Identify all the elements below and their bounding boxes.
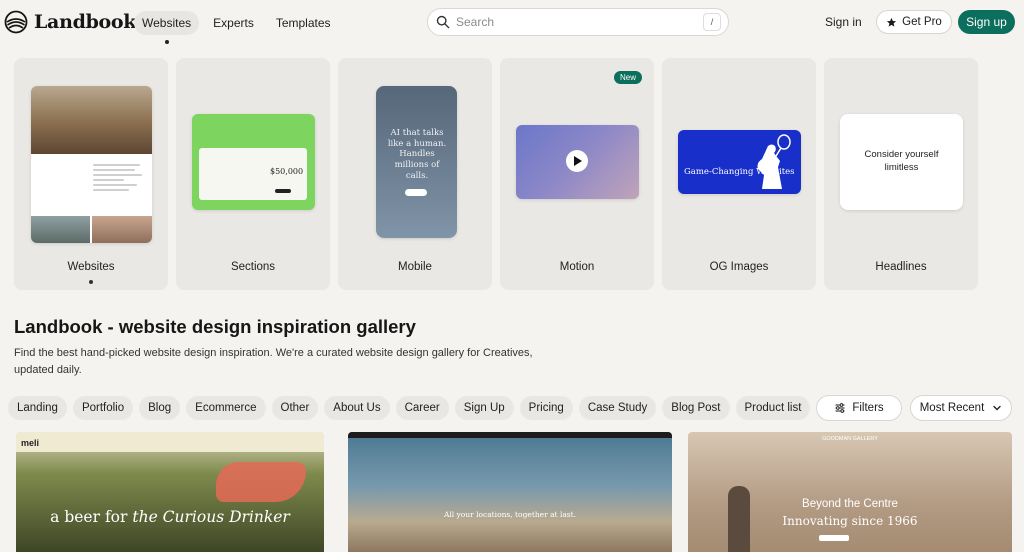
chip-case-study[interactable]: Case Study	[578, 396, 657, 420]
sort-label: Most Recent	[919, 402, 985, 414]
preview-headline-a: a beer for	[50, 508, 133, 526]
nav-templates[interactable]: Templates	[268, 11, 339, 35]
headlines-preview-image: Consider yourself limitless	[840, 114, 963, 210]
filter-chips: Landing Portfolio Blog Ecommerce Other A…	[8, 396, 814, 420]
preview-amount: $50,000	[270, 167, 304, 176]
get-pro-button[interactable]: Get Pro	[876, 10, 952, 34]
preview-headline-b: the Curious Drinker	[132, 508, 290, 526]
category-label: Motion	[559, 261, 595, 273]
sections-preview-image: $50,000	[192, 114, 315, 210]
chip-portfolio[interactable]: Portfolio	[72, 396, 134, 420]
get-pro-label: Get Pro	[902, 16, 942, 28]
category-label: Sections	[230, 261, 276, 273]
chip-other[interactable]: Other	[271, 396, 319, 420]
nav-websites-label: Websites	[142, 16, 192, 30]
category-card-motion[interactable]: New Motion	[500, 58, 654, 290]
gallery-card[interactable]: GOODMAN GALLERY Beyond the Centre Innova…	[688, 432, 1012, 552]
preview-og-text: Game-Changing Websites	[684, 167, 795, 177]
preview-pill	[819, 535, 849, 541]
preview-hero	[31, 86, 152, 154]
preview-mobile-text: AI that talks like a human. Handles mill…	[387, 128, 447, 181]
preview-image-left	[31, 216, 90, 243]
category-label: Mobile	[398, 261, 432, 273]
category-card-websites[interactable]: Websites	[14, 58, 168, 290]
category-card-og-images[interactable]: Game-Changing Websites OG Images	[662, 58, 816, 290]
gallery-card[interactable]: meli a beer for the Curious Drinker	[16, 432, 324, 552]
preview-image-right	[92, 216, 152, 243]
chevron-down-icon	[993, 405, 1001, 411]
preview-header: GOODMAN GALLERY	[822, 436, 878, 442]
category-card-mobile[interactable]: AI that talks like a human. Handles mill…	[338, 58, 492, 290]
search-bar[interactable]: /	[427, 8, 729, 36]
search-shortcut-key: /	[703, 13, 721, 31]
preview-line-2: Innovating since 1966	[782, 514, 918, 528]
play-icon	[566, 150, 588, 172]
new-badge: New	[613, 71, 642, 84]
preview-pill	[405, 189, 427, 196]
landbook-logo-icon	[4, 10, 28, 34]
category-label: Websites	[67, 261, 115, 273]
logo-text: Landbook	[34, 11, 137, 33]
category-cards: Websites $50,000 Sections AI that talks …	[14, 58, 978, 290]
nav-experts[interactable]: Experts	[205, 11, 262, 35]
preview-text-lines	[93, 164, 145, 194]
nav-experts-label: Experts	[213, 16, 254, 30]
page-title: Landbook - website design inspiration ga…	[14, 316, 416, 337]
filters-label: Filters	[852, 402, 884, 414]
main-nav: Websites Experts Templates	[134, 11, 339, 44]
page-description: Find the best hand-picked website design…	[14, 347, 533, 376]
top-header: Landbook Websites Experts Templates / Si…	[0, 0, 1024, 46]
preview-button	[275, 189, 291, 193]
chip-blog[interactable]: Blog	[139, 396, 181, 420]
sign-in-link[interactable]: Sign in	[825, 15, 862, 29]
category-label: Headlines	[875, 261, 927, 273]
category-label: OG Images	[709, 261, 769, 273]
filters-button[interactable]: Filters	[816, 395, 902, 421]
preview-headline-text: Consider yourself limitless	[864, 149, 939, 173]
sort-dropdown[interactable]: Most Recent	[910, 395, 1012, 421]
websites-preview-image	[31, 86, 152, 243]
preview-decor	[216, 462, 306, 502]
nav-websites[interactable]: Websites	[134, 11, 200, 44]
chip-product-list[interactable]: Product list	[735, 396, 811, 420]
chip-sign-up[interactable]: Sign Up	[454, 396, 514, 420]
category-card-headlines[interactable]: Consider yourself limitless Headlines	[824, 58, 978, 290]
chip-blog-post[interactable]: Blog Post	[662, 396, 730, 420]
chip-pricing[interactable]: Pricing	[519, 396, 573, 420]
chip-landing[interactable]: Landing	[8, 396, 67, 420]
motion-preview-image	[516, 125, 639, 199]
gallery-card[interactable]: All your locations, together at last.	[348, 432, 672, 552]
preview-headline: All your locations, together at last.	[443, 510, 577, 519]
chip-ecommerce[interactable]: Ecommerce	[186, 396, 266, 420]
logo[interactable]: Landbook	[4, 10, 136, 34]
star-icon	[887, 17, 897, 27]
preview-topbar	[348, 432, 672, 438]
search-input[interactable]	[456, 15, 696, 29]
preview-line-1: Beyond the Centre	[802, 498, 898, 510]
preview-brand: meli	[21, 438, 40, 448]
sliders-icon	[835, 403, 845, 413]
category-card-sections[interactable]: $50,000 Sections	[176, 58, 330, 290]
chip-about-us[interactable]: About Us	[324, 396, 390, 420]
mobile-preview-image: AI that talks like a human. Handles mill…	[376, 86, 457, 238]
active-indicator-dot	[89, 280, 93, 284]
og-preview-image: Game-Changing Websites	[678, 130, 801, 194]
chip-career[interactable]: Career	[395, 396, 449, 420]
nav-templates-label: Templates	[275, 16, 331, 30]
active-indicator-dot	[164, 40, 169, 44]
search-icon	[436, 15, 450, 29]
tennis-player-figure	[757, 134, 791, 189]
preview-topbar	[16, 432, 324, 452]
preview-headline: a beer for the Curious Drinker	[16, 508, 324, 526]
sign-up-button[interactable]: Sign up	[958, 10, 1015, 34]
